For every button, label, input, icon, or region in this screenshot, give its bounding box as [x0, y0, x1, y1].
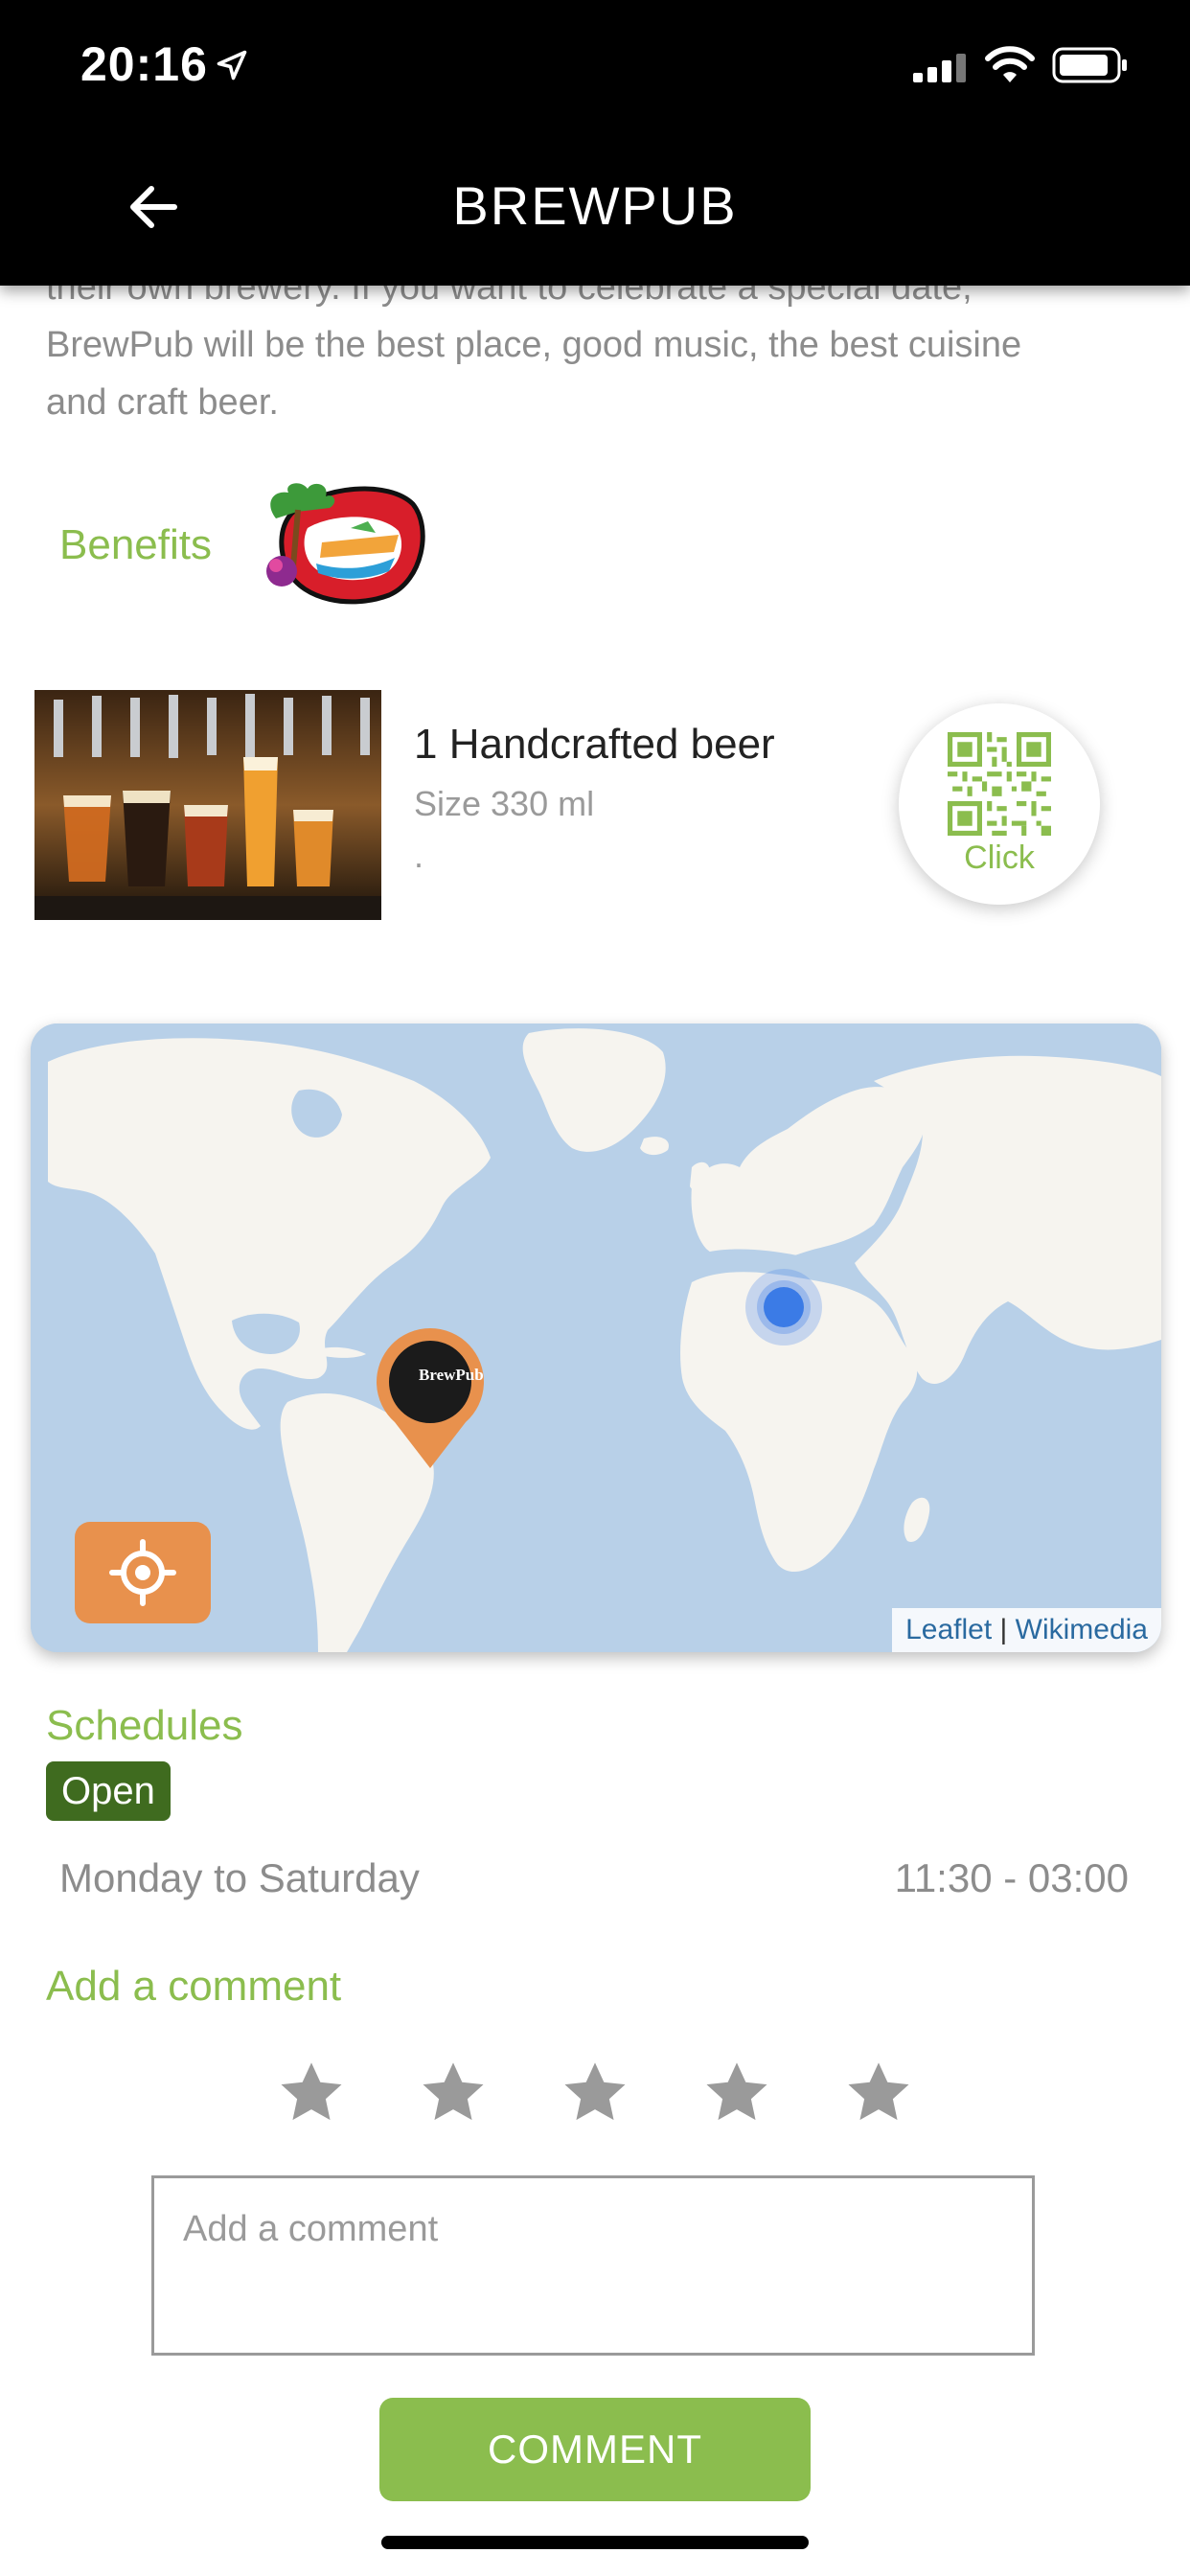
cellular-signal-icon [913, 54, 966, 82]
locate-me-button[interactable] [75, 1522, 211, 1623]
offer-note: . [414, 836, 424, 875]
qr-button-label: Click [964, 839, 1035, 876]
wikimedia-link[interactable]: Wikimedia [1016, 1614, 1148, 1645]
crosshair-icon [109, 1539, 176, 1606]
map-location-pin[interactable] [368, 1326, 492, 1470]
beer-photo [34, 690, 381, 920]
add-comment-label: Add a comment [46, 1963, 342, 2010]
top-bar: 20:16 BREWPUB [0, 0, 1190, 286]
star-icon[interactable] [703, 2058, 770, 2126]
location-map[interactable]: BrewPub Leaflet | Wikimedia [31, 1024, 1161, 1652]
benefits-logo [266, 483, 425, 605]
location-arrow-icon [217, 50, 247, 80]
benefits-label: Benefits [59, 521, 212, 568]
description-line: BrewPub will be the best place, good mus… [46, 325, 1022, 365]
comment-submit-button[interactable]: COMMENT [379, 2398, 811, 2501]
star-icon[interactable] [278, 2058, 345, 2126]
schedule-days: Monday to Saturday [59, 1855, 420, 1900]
battery-icon [1052, 47, 1127, 83]
current-location-marker [745, 1269, 822, 1346]
qr-code-button[interactable]: Click [899, 703, 1100, 905]
star-icon[interactable] [420, 2058, 487, 2126]
offer-size: Size 330 ml [414, 784, 595, 823]
star-rating [278, 2058, 912, 2126]
leaflet-link[interactable]: Leaflet [905, 1614, 992, 1645]
star-icon[interactable] [845, 2058, 912, 2126]
status-badge: Open [46, 1761, 171, 1821]
description-line: and craft beer. [46, 382, 279, 423]
map-attribution: Leaflet | Wikimedia [892, 1608, 1161, 1652]
status-time: 20:16 [80, 37, 208, 91]
comment-input[interactable] [151, 2175, 1035, 2356]
qr-code-icon [948, 731, 1051, 836]
map-pin-label: BrewPub [419, 1366, 484, 1384]
wifi-icon [985, 46, 1035, 82]
offer-title: 1 Handcrafted beer [414, 721, 775, 768]
schedule-hours: 11:30 - 03:00 [894, 1855, 1129, 1900]
attribution-separator: | [999, 1614, 1008, 1645]
star-icon[interactable] [561, 2058, 629, 2126]
page-title: BREWPUB [452, 175, 738, 236]
home-indicator[interactable] [381, 2536, 809, 2549]
schedules-label: Schedules [46, 1702, 243, 1749]
